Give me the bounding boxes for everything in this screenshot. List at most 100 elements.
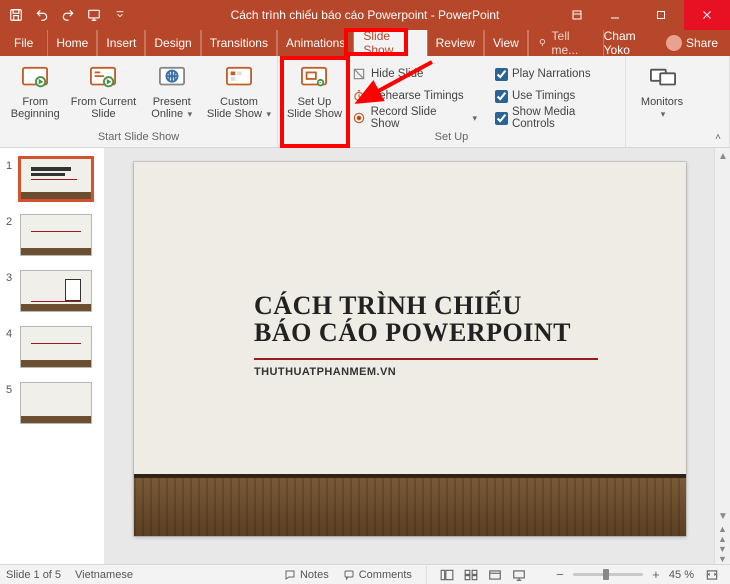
- slide-canvas[interactable]: CÁCH TRÌNH CHIẾUBÁO CÁO POWERPOINT THUTH…: [134, 162, 686, 536]
- titlebar: Cách trình chiếu báo cáo Powerpoint - Po…: [0, 0, 730, 30]
- from-beginning-icon: [19, 62, 51, 94]
- view-buttons: [426, 566, 531, 584]
- sorter-view-icon[interactable]: [459, 566, 483, 584]
- group-setup-label: Set Up: [284, 131, 619, 147]
- tab-animations[interactable]: Animations: [277, 30, 354, 56]
- tell-me-search[interactable]: Tell me...: [528, 30, 604, 56]
- record-icon: [351, 111, 367, 125]
- qat-customize-icon[interactable]: [108, 3, 132, 27]
- notes-button[interactable]: Notes: [284, 569, 329, 581]
- prev-slide-icon[interactable]: ▲▲: [715, 524, 730, 544]
- tab-home[interactable]: Home: [47, 30, 97, 56]
- play-narrations-checkbox[interactable]: Play Narrations: [495, 64, 619, 84]
- slide-rule: [254, 358, 598, 360]
- thumb-number: 1: [6, 158, 20, 172]
- present-online-button[interactable]: Present Online ▾: [142, 58, 200, 120]
- thumbnail-1[interactable]: [20, 158, 92, 200]
- comments-button[interactable]: Comments: [343, 569, 412, 581]
- thumbnail-pane[interactable]: 1 2 3 4 5: [0, 148, 104, 564]
- tab-insert[interactable]: Insert: [97, 30, 145, 56]
- slide-counter[interactable]: Slide 1 of 5: [6, 569, 61, 581]
- monitors-button[interactable]: Monitors▾: [632, 58, 694, 120]
- hide-slide-button[interactable]: Hide Slide: [351, 64, 477, 84]
- share-button[interactable]: Share: [658, 35, 726, 51]
- redo-icon[interactable]: [56, 3, 80, 27]
- next-slide-icon[interactable]: ▼▼: [715, 544, 730, 564]
- setup-slideshow-icon: [298, 62, 330, 94]
- work-area: 1 2 3 4 5 CÁCH TRÌNH CHIẾUBÁO CÁO POWERP…: [0, 148, 730, 564]
- scroll-track[interactable]: [715, 164, 730, 508]
- from-current-button[interactable]: From Current Slide: [70, 58, 136, 120]
- close-button[interactable]: [684, 0, 730, 30]
- status-bar: Slide 1 of 5 Vietnamese Notes Comments −…: [0, 564, 730, 584]
- group-start-slideshow: From Beginning From Current Slide Presen…: [0, 56, 278, 147]
- thumbnail-2[interactable]: [20, 214, 92, 256]
- setup-slideshow-label: Set Up Slide Show: [284, 96, 345, 120]
- language-indicator[interactable]: Vietnamese: [75, 569, 133, 581]
- rehearse-timings-button[interactable]: Rehearse Timings: [351, 86, 477, 106]
- notes-icon: [284, 569, 296, 581]
- zoom-in-button[interactable]: +: [649, 567, 663, 582]
- comments-label: Comments: [359, 569, 412, 581]
- thumbnail-3[interactable]: [20, 270, 92, 312]
- thumbnail-4[interactable]: [20, 326, 92, 368]
- share-label: Share: [686, 36, 718, 50]
- minimize-button[interactable]: [592, 0, 638, 30]
- reading-view-icon[interactable]: [483, 566, 507, 584]
- tab-slide-show[interactable]: Slide Show: [354, 30, 426, 56]
- rehearse-label: Rehearse Timings: [371, 90, 464, 102]
- save-icon[interactable]: [4, 3, 28, 27]
- ribbon-options-icon[interactable]: [562, 0, 592, 30]
- tab-transitions[interactable]: Transitions: [201, 30, 277, 56]
- tab-view[interactable]: View: [484, 30, 528, 56]
- show-media-input[interactable]: [495, 112, 508, 125]
- ribbon-display-options: [562, 0, 592, 30]
- tab-review[interactable]: Review: [427, 30, 484, 56]
- group-set-up: Set Up Slide Show Hide Slide Rehearse: [278, 56, 626, 147]
- scroll-up-icon[interactable]: ▲: [715, 148, 730, 164]
- ribbon: From Beginning From Current Slide Presen…: [0, 56, 730, 148]
- thumb-number: 3: [6, 270, 20, 284]
- zoom-thumb[interactable]: [603, 569, 609, 580]
- hide-slide-icon: [351, 67, 367, 81]
- file-tab[interactable]: File: [0, 30, 47, 56]
- from-beginning-label: From Beginning: [6, 96, 64, 120]
- show-media-checkbox[interactable]: Show Media Controls: [495, 108, 619, 128]
- monitors-icon: [647, 62, 679, 94]
- use-timings-input[interactable]: [495, 90, 508, 103]
- from-beginning-button[interactable]: From Beginning: [6, 58, 64, 120]
- setup-slideshow-button[interactable]: Set Up Slide Show: [284, 58, 345, 120]
- play-narrations-input[interactable]: [495, 68, 508, 81]
- vertical-scrollbar[interactable]: ▲ ▼ ▲▲ ▼▼: [714, 148, 730, 564]
- use-timings-checkbox[interactable]: Use Timings: [495, 86, 619, 106]
- collapse-ribbon-icon[interactable]: ˄: [710, 129, 726, 145]
- fit-to-window-icon[interactable]: [700, 566, 724, 584]
- zoom-control: − + 45 %: [545, 566, 724, 584]
- record-label: Record Slide Show: [371, 106, 467, 130]
- maximize-button[interactable]: [638, 0, 684, 30]
- monitors-label: Monitors▾: [641, 96, 685, 120]
- zoom-percent[interactable]: 45 %: [669, 569, 694, 581]
- slide-title: CÁCH TRÌNH CHIẾUBÁO CÁO POWERPOINT: [254, 292, 571, 347]
- thumbnail-5[interactable]: [20, 382, 92, 424]
- scroll-down-icon[interactable]: ▼: [715, 508, 730, 524]
- start-slideshow-icon[interactable]: [82, 3, 106, 27]
- present-online-icon: [156, 62, 188, 94]
- normal-view-icon[interactable]: [435, 566, 459, 584]
- slideshow-view-icon[interactable]: [507, 566, 531, 584]
- window-controls: [592, 0, 730, 30]
- user-area: Cham Yoko Share: [604, 30, 730, 56]
- undo-icon[interactable]: [30, 3, 54, 27]
- play-narrations-label: Play Narrations: [512, 68, 591, 80]
- group-start-label: Start Slide Show: [6, 131, 271, 147]
- zoom-out-button[interactable]: −: [553, 567, 567, 582]
- custom-slideshow-button[interactable]: Custom Slide Show ▾: [207, 58, 271, 120]
- record-slideshow-button[interactable]: Record Slide Show ▾: [351, 108, 477, 128]
- slide-subtitle: THUTHUATPHANMEM.VN: [254, 366, 396, 378]
- hide-slide-label: Hide Slide: [371, 68, 423, 80]
- user-avatar-icon: [666, 35, 682, 51]
- zoom-slider[interactable]: [573, 573, 643, 576]
- tab-design[interactable]: Design: [145, 30, 200, 56]
- user-name[interactable]: Cham Yoko: [604, 29, 652, 57]
- from-current-label: From Current Slide: [70, 96, 136, 120]
